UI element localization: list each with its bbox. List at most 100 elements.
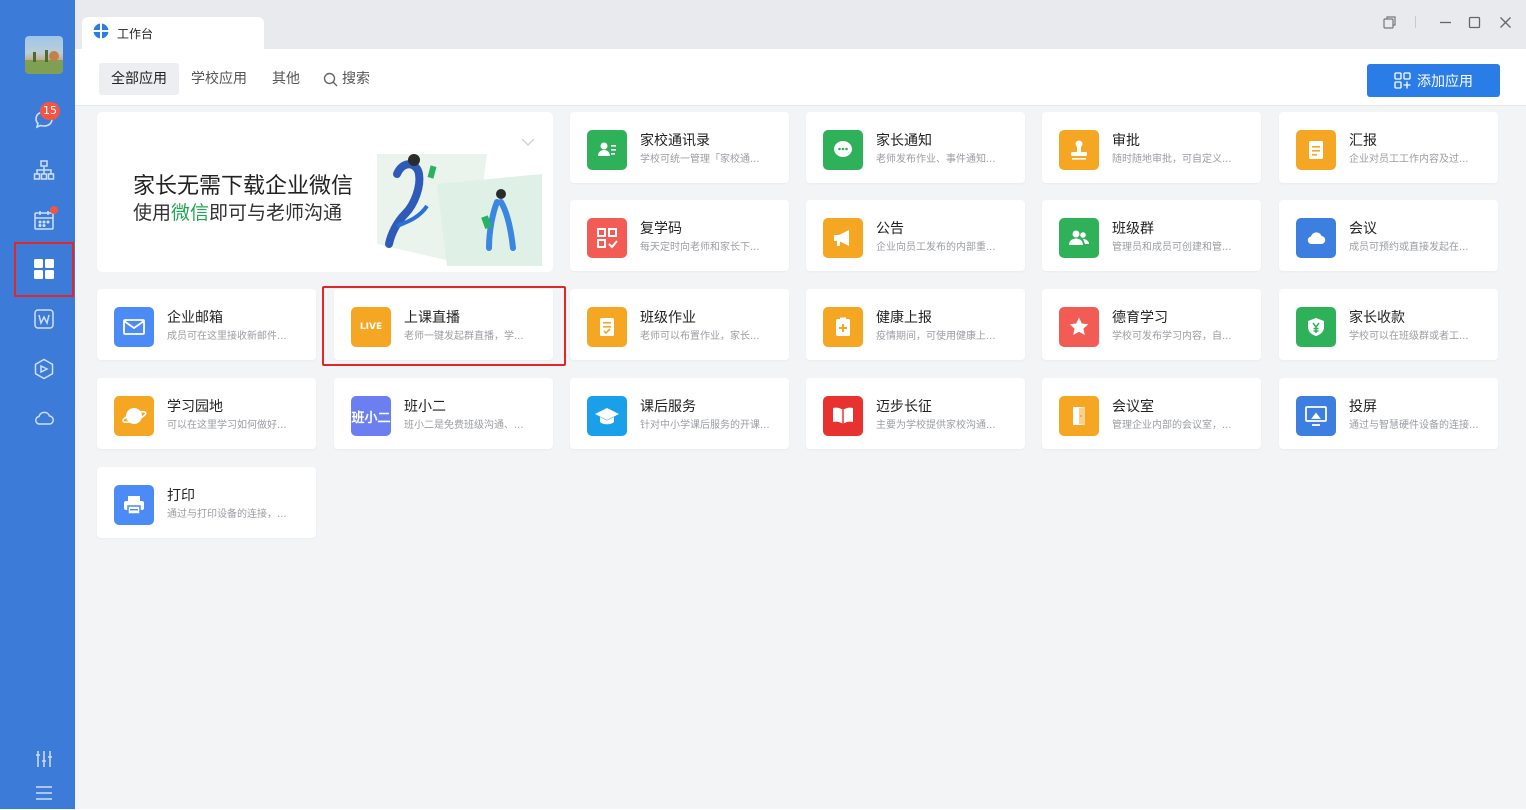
door-icon [1059, 396, 1099, 436]
add-app-button[interactable]: 添加应用 [1367, 64, 1500, 97]
yuan-icon [1296, 307, 1336, 347]
app-title: 家校通讯录 [640, 133, 710, 149]
app-title: 打印 [167, 488, 195, 504]
doc-w-icon[interactable] [27, 302, 61, 336]
add-app-label: 添加应用 [1417, 73, 1473, 90]
app-description: 通过与智慧硬件设备的连接... [1349, 420, 1479, 431]
app-card[interactable]: 德育学习学校可发布学习内容，自... [1042, 289, 1261, 360]
app-description: 通过与打印设备的连接，... [167, 509, 287, 520]
calendar-notification-dot [50, 206, 58, 214]
title-separator [1415, 16, 1416, 28]
app-title: 班级作业 [640, 310, 696, 326]
filter-school-apps[interactable]: 学校应用 [179, 63, 259, 95]
tab-workbench[interactable]: 工作台 [82, 17, 264, 49]
app-card[interactable]: 家长通知老师发布作业、事件通知... [806, 112, 1025, 183]
cloud-icon[interactable] [27, 401, 61, 435]
app-description: 企业向员工发布的内部重... [876, 242, 996, 253]
screen-cast-icon [1296, 396, 1336, 436]
message-icon [823, 130, 863, 170]
star-icon [1059, 307, 1099, 347]
app-card[interactable]: 迈步长征 主要为学校提供家校沟通... [806, 378, 1025, 449]
app-description: 每天定时向老师和家长下... [640, 242, 760, 253]
mail-icon [114, 307, 154, 347]
promo-banner[interactable]: 家长无需下载企业微信 使用微信即可与老师沟通 [97, 112, 553, 272]
app-card[interactable]: 公告企业向员工发布的内部重... [806, 200, 1025, 271]
health-report-icon [823, 307, 863, 347]
meeting-cloud-icon [1296, 218, 1336, 258]
maximize-icon[interactable] [1466, 14, 1482, 30]
stamp-icon [1059, 130, 1099, 170]
app-card[interactable]: 投屏 通过与智慧硬件设备的连接... [1279, 378, 1498, 449]
app-title: 健康上报 [876, 310, 932, 326]
app-card[interactable]: 复学码每天定时向老师和家长下... [570, 200, 789, 271]
app-title: 课后服务 [640, 399, 696, 415]
banner-line2: 使用微信即可与老师沟通 [133, 198, 342, 225]
app-card[interactable]: 班级作业老师可以布置作业，家长... [570, 289, 789, 360]
app-description: 疫情期间，可使用健康上... [876, 331, 996, 342]
app-card[interactable]: 学习园地可以在这里学习如何做好... [97, 378, 316, 449]
search-button[interactable]: 搜索 [311, 63, 382, 95]
app-description: 学校可发布学习内容，自... [1112, 331, 1232, 342]
printer-icon [114, 485, 154, 525]
app-description: 成员可在这里接收新邮件... [167, 331, 287, 342]
app-card[interactable]: 健康上报疫情期间，可使用健康上... [806, 289, 1025, 360]
minimize-icon[interactable] [1437, 14, 1453, 30]
app-card[interactable]: 家校通讯录 学校可统一管理「家校通... [570, 112, 789, 183]
app-card[interactable]: 企业邮箱成员可在这里接收新邮件... [97, 289, 316, 360]
sidebar: 15 [0, 0, 75, 809]
title-bar: 工作台 [75, 0, 1526, 49]
graduation-cap-icon [587, 396, 627, 436]
app-icon-text: 班小二 [351, 410, 391, 426]
app-description: 可以在这里学习如何做好... [167, 420, 287, 431]
settings-sliders-icon[interactable] [27, 742, 61, 776]
app-title: 家长通知 [876, 133, 932, 149]
app-description: 学校可以在班级群或者工... [1349, 331, 1469, 342]
banner-line2-prefix: 使用 [133, 202, 172, 224]
app-card[interactable]: 审批 随时随地审批，可自定义... [1042, 112, 1261, 183]
contacts-icon [587, 130, 627, 170]
live-class-highlight [322, 286, 566, 366]
app-card[interactable]: 班级群管理员和成员可创建和管... [1042, 200, 1261, 271]
app-card[interactable]: 会议 成员可预约或直接发起在... [1279, 200, 1498, 271]
banxiaoer-icon: 班小二 [351, 396, 391, 436]
app-card[interactable]: 汇报 企业对员工工作内容及过... [1279, 112, 1498, 183]
app-card[interactable]: 会议室管理企业内部的会议室，... [1042, 378, 1261, 449]
app-title: 公告 [876, 221, 904, 237]
report-icon [1296, 130, 1336, 170]
app-description: 老师可以布置作业，家长... [640, 331, 760, 342]
app-description: 班小二是免费班级沟通、... [404, 420, 524, 431]
org-chart-icon[interactable] [27, 153, 61, 187]
app-title: 复学码 [640, 221, 682, 237]
chat-unread-badge: 15 [40, 102, 60, 120]
app-description: 主要为学校提供家校沟通... [876, 420, 996, 431]
app-title: 会议室 [1112, 399, 1154, 415]
app-title: 企业邮箱 [167, 310, 223, 326]
homework-icon [587, 307, 627, 347]
close-icon[interactable] [1497, 14, 1513, 30]
megaphone-icon [823, 218, 863, 258]
app-description: 管理企业内部的会议室，... [1112, 420, 1232, 431]
box-icon[interactable] [27, 352, 61, 386]
app-card[interactable]: 打印通过与打印设备的连接，... [97, 467, 316, 538]
banner-line1: 家长无需下载企业微信 [133, 174, 354, 199]
app-card[interactable]: 班小二 班小二 班小二是免费班级沟通、... [334, 378, 553, 449]
app-description: 管理员和成员可创建和管... [1112, 242, 1232, 253]
filter-other[interactable]: 其他 [260, 63, 312, 95]
app-title: 德育学习 [1112, 310, 1168, 326]
pin-window-icon[interactable] [1381, 14, 1397, 30]
app-description: 老师发布作业、事件通知... [876, 154, 996, 165]
app-card[interactable]: 课后服务 针对中小学课后服务的开课... [570, 378, 789, 449]
menu-icon[interactable] [27, 776, 61, 810]
app-title: 班级群 [1112, 221, 1154, 237]
workbench-tab-icon [93, 23, 109, 43]
app-title: 家长收款 [1349, 310, 1405, 326]
search-icon [323, 72, 338, 86]
filter-all-apps[interactable]: 全部应用 [99, 63, 179, 95]
app-description: 企业对员工工作内容及过... [1349, 154, 1469, 165]
app-title: 学习园地 [167, 399, 223, 415]
avatar[interactable] [25, 36, 63, 74]
planet-icon [114, 396, 154, 436]
app-description: 成员可预约或直接发起在... [1349, 242, 1469, 253]
banner-line2-suffix: 即可与老师沟通 [209, 202, 343, 224]
app-card[interactable]: 家长收款学校可以在班级群或者工... [1279, 289, 1498, 360]
